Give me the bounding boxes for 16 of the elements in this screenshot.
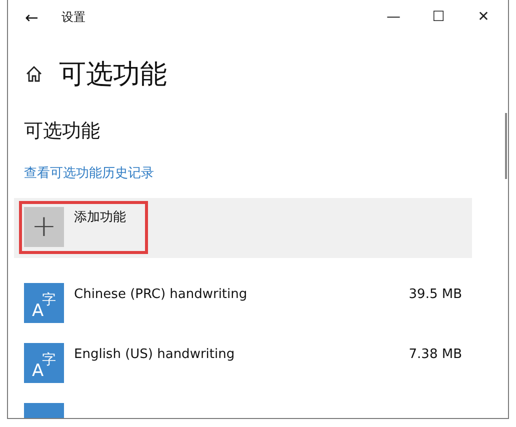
close-button[interactable]: ✕ — [461, 9, 506, 25]
section-heading: 可选功能 — [24, 119, 101, 144]
home-icon[interactable] — [25, 65, 43, 83]
maximize-button[interactable]: ☐ — [416, 9, 461, 25]
back-button[interactable]: ← — [25, 8, 38, 26]
add-feature-button[interactable]: + 添加功能 — [19, 201, 148, 254]
feature-name[interactable]: English (US) handwriting — [74, 347, 235, 362]
history-link[interactable]: 查看可选功能历史记录 — [24, 164, 154, 182]
scrollbar[interactable] — [505, 113, 507, 179]
minimize-button[interactable]: — — [371, 9, 416, 25]
feature-size: 7.38 MB — [408, 347, 462, 362]
page-title: 可选功能 — [59, 58, 167, 92]
plus-icon: + — [24, 207, 64, 247]
window-title: 设置 — [61, 8, 86, 26]
feature-name[interactable]: Chinese (PRC) handwriting — [74, 287, 248, 302]
feature-size: 39.5 MB — [408, 287, 462, 302]
